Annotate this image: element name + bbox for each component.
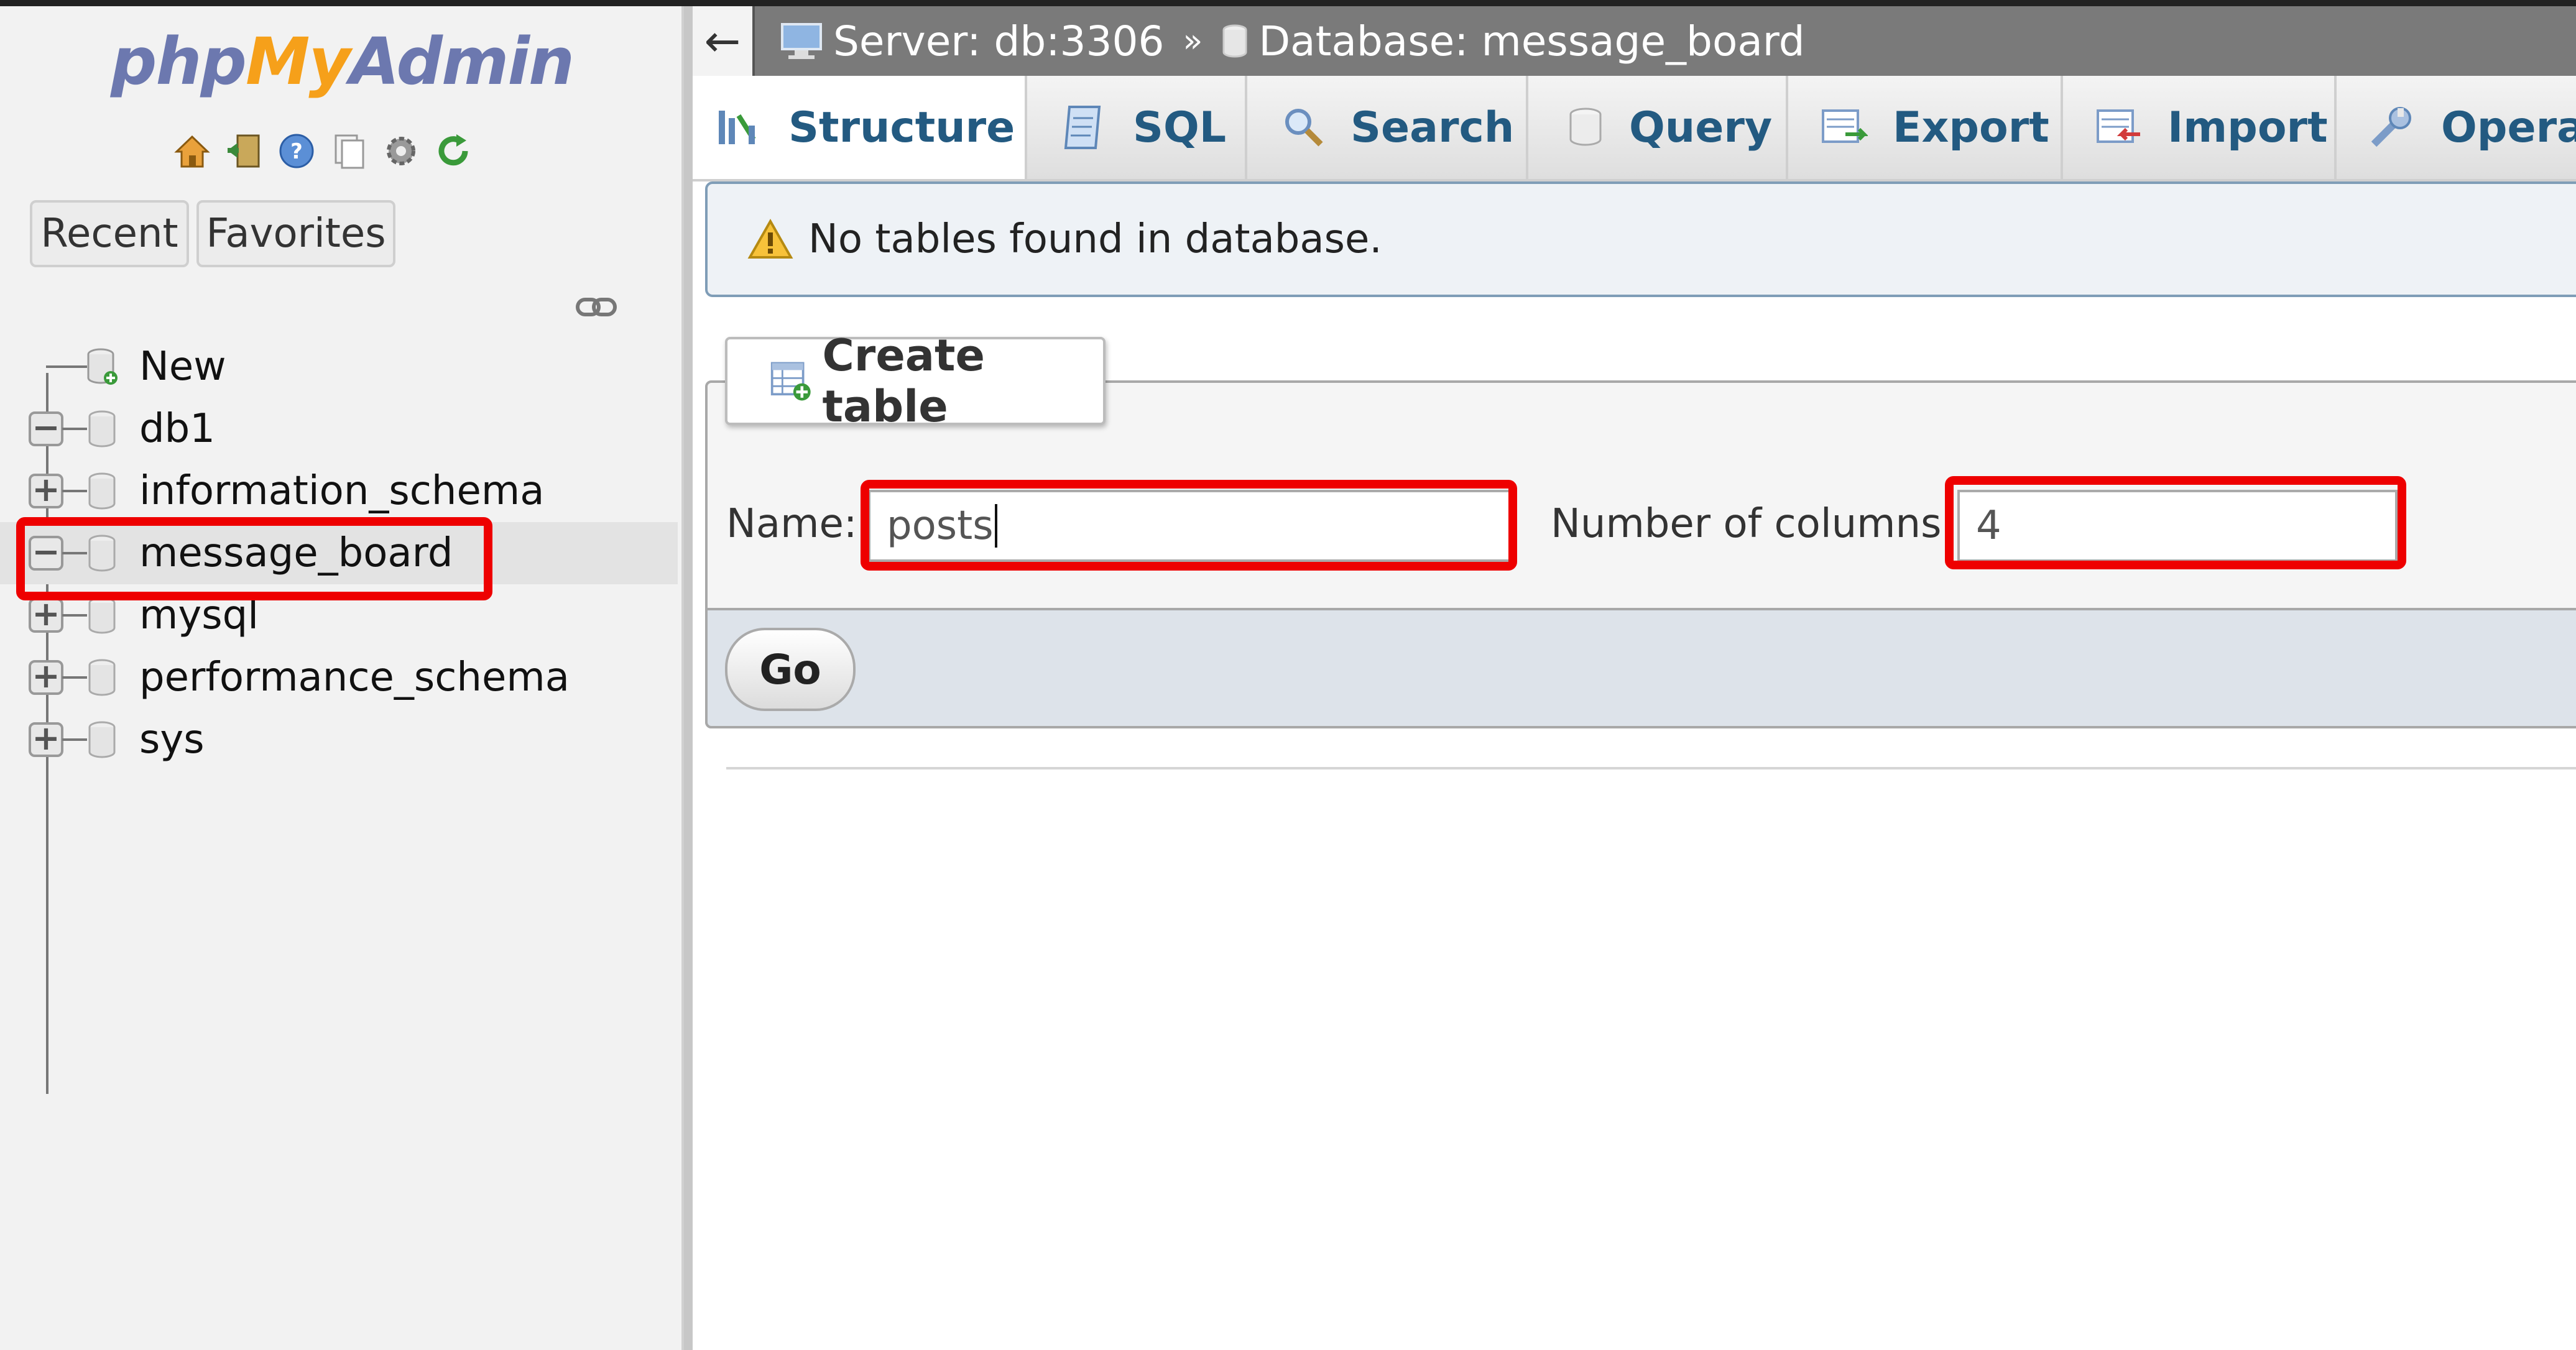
number-of-columns-label: Number of columns: [1551, 501, 1955, 547]
server-icon [781, 23, 822, 59]
create-table-footer [705, 608, 2576, 728]
breadcrumb-server[interactable]: Server: db:3306 [780, 17, 1164, 65]
navigation-panel: phpMyAdmin ? Recent Favorites New − db1 … [0, 6, 684, 1350]
sql-icon [1064, 106, 1101, 149]
tab-label: Opera [2441, 103, 2576, 152]
back-arrow-icon[interactable]: ← [693, 6, 755, 76]
tree-item-performance-schema[interactable]: + performance_schema [0, 646, 678, 709]
favorites-tab-button[interactable]: Favorites [196, 200, 395, 267]
expand-icon[interactable]: + [29, 473, 63, 508]
database-tabs: Structure SQL Search Query Export Import… [693, 76, 2576, 181]
tree-item-label: db1 [139, 406, 215, 452]
tree-item-information-schema[interactable]: + information_schema [0, 460, 678, 522]
notice-message: No tables found in database. [705, 181, 2576, 297]
tree-item-label: performance_schema [139, 654, 570, 700]
tab-query[interactable]: Query [1528, 76, 1788, 179]
highlight-annotation-message-board [16, 517, 492, 600]
settings-icon[interactable] [382, 132, 420, 170]
window-top-edge [0, 0, 2576, 6]
tab-structure[interactable]: Structure [693, 76, 1027, 179]
section-divider [726, 767, 2576, 769]
tab-sql[interactable]: SQL [1027, 76, 1247, 179]
tab-label: Import [2167, 103, 2328, 152]
database-icon [88, 410, 116, 448]
import-icon [2097, 109, 2140, 143]
breadcrumb-separator: » [1183, 22, 1203, 60]
tab-label: Export [1893, 103, 2049, 152]
link-with-main-panel-icon[interactable] [576, 295, 617, 319]
tree-item-label: New [139, 344, 226, 390]
home-icon[interactable] [173, 132, 211, 170]
tab-label: Search [1350, 103, 1515, 152]
search-icon [1285, 109, 1323, 147]
breadcrumb: ← Server: db:3306 » Database: message_bo… [693, 6, 2576, 76]
svg-text:?: ? [290, 139, 303, 164]
tab-search[interactable]: Search [1247, 76, 1528, 179]
expand-icon[interactable]: + [29, 659, 63, 695]
database-icon [88, 659, 116, 696]
database-icon [88, 721, 116, 758]
expand-icon[interactable]: + [29, 722, 63, 757]
new-database-icon [87, 348, 118, 385]
highlight-annotation-table-name [861, 480, 1517, 571]
database-icon [88, 597, 116, 634]
tab-label: SQL [1133, 103, 1227, 152]
phpmyadmin-logo[interactable]: phpMyAdmin [111, 24, 575, 99]
tree-item-label: sys [139, 717, 205, 763]
logout-icon[interactable] [225, 132, 264, 170]
breadcrumb-database[interactable]: Database: message_board [1221, 17, 1805, 65]
reload-icon[interactable] [434, 132, 473, 170]
highlight-annotation-number-of-columns [1945, 476, 2406, 569]
tab-import[interactable]: Import [2063, 76, 2337, 179]
create-table-icon [770, 362, 811, 401]
warning-icon [747, 219, 793, 259]
recent-tab-button[interactable]: Recent [30, 200, 189, 267]
go-button[interactable]: Go [725, 628, 856, 711]
table-name-label: Name: [726, 501, 857, 547]
quick-icons: ? [173, 132, 473, 170]
tree-item-new[interactable]: New [0, 336, 678, 398]
tab-label: Query [1629, 103, 1773, 152]
breadcrumb-server-label: Server: db:3306 [833, 17, 1165, 65]
notice-text: No tables found in database. [808, 216, 1382, 262]
tree-item-sys[interactable]: + sys [0, 709, 678, 771]
panel-resize-handle[interactable] [684, 6, 693, 1350]
tab-operations[interactable]: Opera [2337, 76, 2576, 179]
expand-icon[interactable]: + [29, 597, 63, 633]
docs-icon[interactable] [330, 132, 368, 170]
help-icon[interactable]: ? [277, 132, 316, 170]
query-icon [1569, 108, 1602, 146]
database-icon [88, 472, 116, 510]
breadcrumb-database-label: Database: message_board [1258, 17, 1805, 65]
structure-icon [719, 111, 756, 144]
create-table-legend: Create table [725, 330, 1106, 432]
collapse-icon[interactable]: − [29, 411, 63, 446]
tab-label: Structure [788, 103, 1015, 152]
tree-item-db1[interactable]: − db1 [0, 398, 678, 460]
wrench-icon [2371, 107, 2411, 147]
create-table-title: Create table [822, 330, 985, 432]
tab-export[interactable]: Export [1788, 76, 2063, 179]
tree-item-label: information_schema [139, 468, 545, 514]
export-icon [1822, 109, 1868, 143]
database-icon [1222, 24, 1247, 58]
